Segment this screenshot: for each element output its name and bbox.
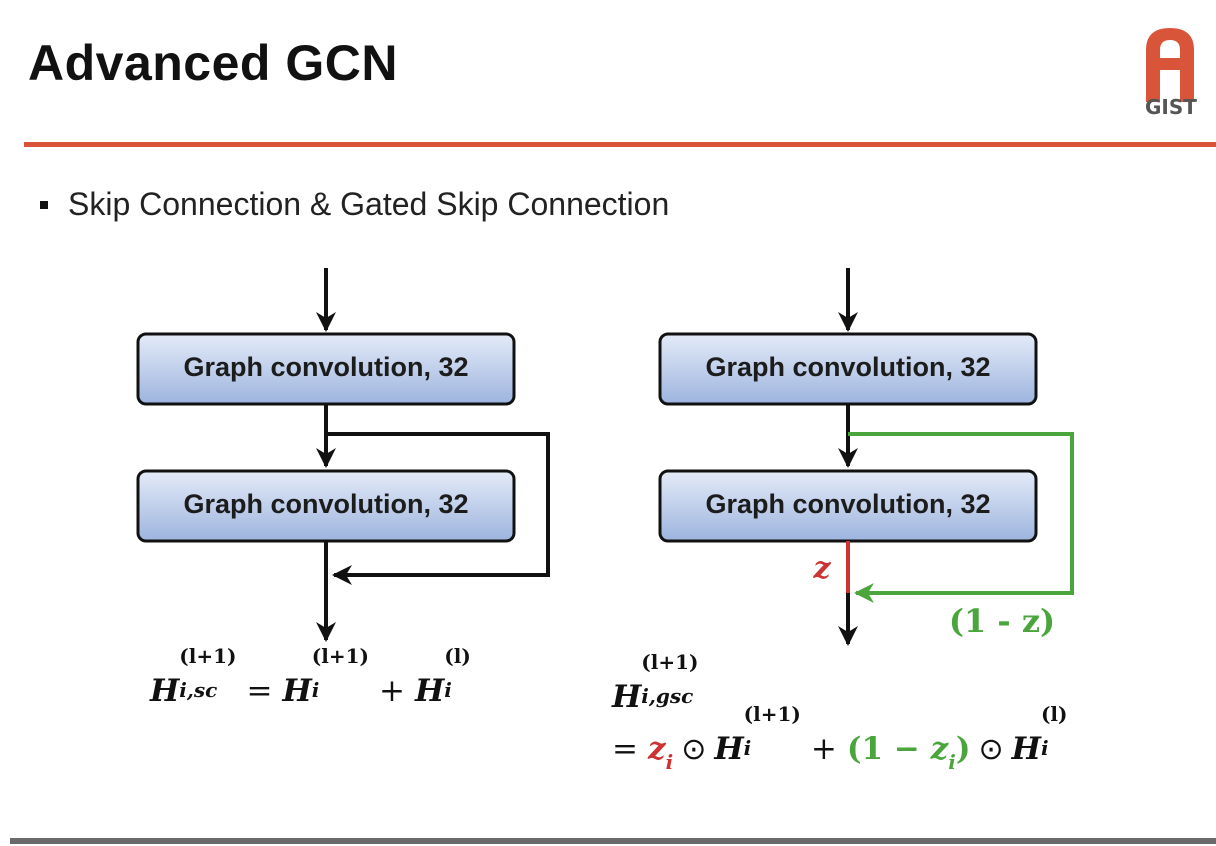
gated-skip-connection-diagram: Graph convolution, 32 Graph convolution,… [658,268,1074,646]
footer-divider [10,838,1216,844]
graph-conv-box-1-label: Graph convolution, 32 [183,352,468,382]
gated-graph-conv-box-2-label: Graph convolution, 32 [705,489,990,519]
skip-connection-diagram: Graph convolution, 32 Graph convolution,… [136,268,550,642]
graph-conv-box-2-label: Graph convolution, 32 [183,489,468,519]
gcn-diagram: Graph convolution, 32 Graph convolution,… [136,268,1074,646]
gate-label: z [812,551,831,586]
skip-weight-label: (1 - z) [949,602,1055,640]
skip-connection-formula: H(l+1)i,sc(l+1)=H(l+1)i(l+1)+H(l)i(l) [150,644,471,709]
gated-formula-lhs: H(l+1)i,gsc(l+1) [612,650,699,715]
gated-formula-rhs: =zi⊙H(l+1)i(l+1)+(1 − zi)⊙H(l)i(l) [612,702,1068,774]
gated-graph-conv-box-1-label: Graph convolution, 32 [705,352,990,382]
